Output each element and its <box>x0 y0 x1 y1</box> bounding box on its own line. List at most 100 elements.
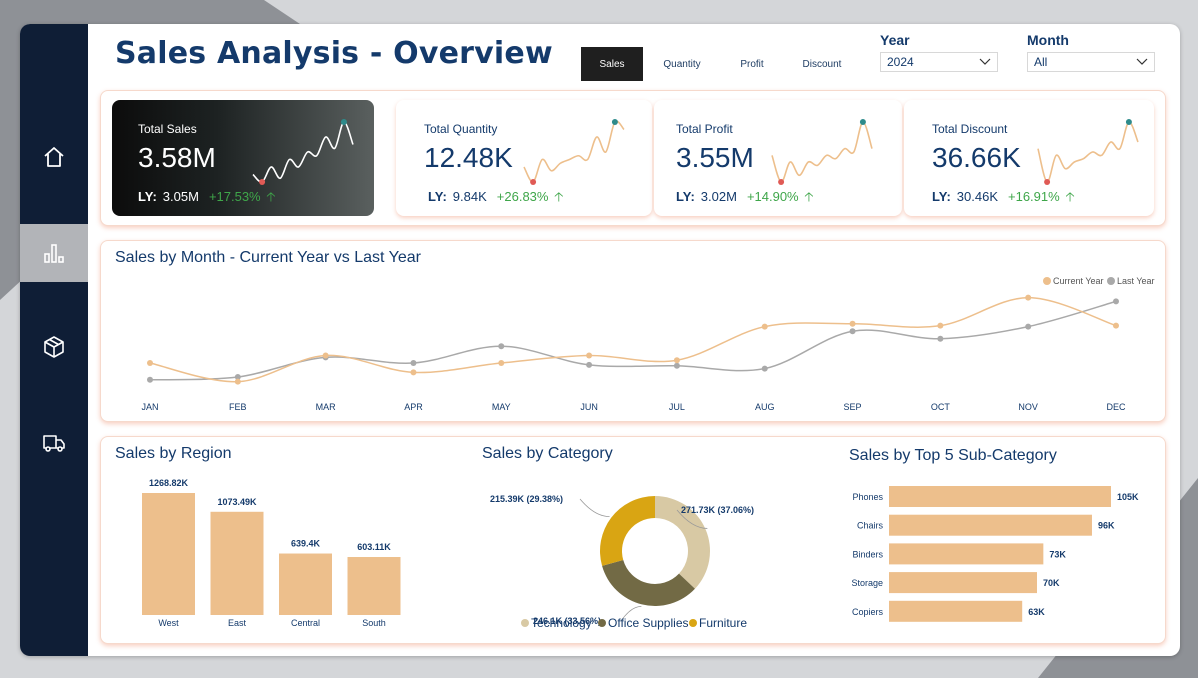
slice-data-label: 271.73K (37.06%) <box>681 505 754 515</box>
nav-shipping[interactable] <box>20 414 88 472</box>
sparkline-path <box>523 120 625 183</box>
sparkline <box>252 119 354 185</box>
legend-marker <box>1043 277 1051 285</box>
month-label: Month <box>1027 32 1069 48</box>
year-dropdown[interactable]: 2024 <box>880 52 998 72</box>
sparkline-min-marker <box>778 179 785 185</box>
sidebar <box>20 24 88 656</box>
kpi-change: +17.53% <box>208 189 261 204</box>
nav-analysis[interactable] <box>20 224 88 282</box>
bar-data-label: 1073.49K <box>217 497 257 507</box>
tab-profit[interactable]: Profit <box>717 47 787 81</box>
chevron-down-icon <box>979 58 991 65</box>
tab-sales[interactable]: Sales <box>581 47 643 81</box>
sparkline-max-marker <box>859 119 866 125</box>
up-arrow-icon: 🡡 <box>1065 189 1075 204</box>
series-line <box>149 300 1117 381</box>
legend-marker <box>598 619 606 627</box>
x-tick-label: FEB <box>229 402 247 412</box>
legend-marker <box>689 619 697 627</box>
sparkline-min-marker <box>1044 179 1051 185</box>
bar-chart-icon <box>44 244 64 263</box>
data-point <box>410 360 417 366</box>
kpi-last-year: LY: 3.05M +17.53% 🡡 <box>138 188 276 210</box>
data-point <box>937 322 944 329</box>
measure-tabs: Sales Quantity Profit Discount <box>581 47 857 81</box>
region-bar <box>210 511 264 615</box>
x-tick-label: JAN <box>141 402 158 412</box>
donut-slice <box>600 496 655 566</box>
sparkline-min-marker <box>259 179 266 185</box>
data-point <box>761 323 768 330</box>
chevron-down-icon <box>1136 58 1148 65</box>
slice-data-label: 215.39K (29.38%) <box>490 494 563 504</box>
data-point <box>1025 323 1032 330</box>
kpi-change: +26.83% <box>496 189 549 204</box>
x-tick-label: West <box>158 618 179 628</box>
tab-discount[interactable]: Discount <box>787 47 857 81</box>
kpi-total-discount[interactable]: Total Discount 36.66K LY: 30.46K +16.91% 🡡 <box>904 100 1154 216</box>
sparkline-max-marker <box>340 119 347 125</box>
kpi-value: 3.55M <box>676 142 754 173</box>
y-tick-label: Phones <box>852 492 883 502</box>
series-line <box>149 296 1117 383</box>
month-dropdown[interactable]: All <box>1027 52 1155 72</box>
monthly-sales-card: Sales by Month - Current Year vs Last Ye… <box>100 240 1166 422</box>
x-tick-label: AUG <box>755 402 775 412</box>
kpi-last-year: LY: 3.02M +14.90% 🡡 <box>676 188 814 210</box>
bar-data-label: 70K <box>1043 578 1060 588</box>
data-point <box>937 335 944 342</box>
kpi-value: 3.58M <box>138 142 216 173</box>
region-bar <box>142 493 195 615</box>
page-title: Sales Analysis - Overview <box>115 36 553 71</box>
subcategory-bar <box>889 514 1092 536</box>
kpi-label: Total Discount <box>932 122 1008 136</box>
bar-data-label: 639.4K <box>291 539 321 549</box>
bar-data-label: 1268.82K <box>149 478 189 488</box>
sparkline <box>771 119 873 185</box>
x-tick-label: OCT <box>931 402 951 412</box>
kpi-last-year: LY: 9.84K +26.83% 🡡 <box>428 188 563 210</box>
sparkline-min-marker <box>530 179 537 185</box>
tab-quantity[interactable]: Quantity <box>647 47 717 81</box>
nav-products[interactable] <box>20 318 88 376</box>
nav-home[interactable] <box>20 128 88 186</box>
box-icon <box>44 336 64 358</box>
donut-slice <box>602 559 695 606</box>
kpi-total-quantity[interactable]: Total Quantity 12.48K LY: 9.84K +26.83% 🡡 <box>396 100 652 216</box>
kpi-total-profit[interactable]: Total Profit 3.55M LY: 3.02M +14.90% 🡡 <box>654 100 902 216</box>
y-tick-label: Binders <box>852 549 883 559</box>
legend-label: Office Supplies <box>608 616 689 630</box>
data-point <box>586 352 593 359</box>
month-value: All <box>1034 55 1048 69</box>
truck-icon <box>43 435 65 452</box>
year-label: Year <box>880 32 910 48</box>
bar-data-label: 63K <box>1028 607 1045 617</box>
ly-label: LY: <box>932 189 951 204</box>
y-tick-label: Chairs <box>857 521 884 531</box>
data-point <box>761 365 768 372</box>
subcategory-bar <box>889 572 1037 594</box>
x-tick-label: MAR <box>316 402 337 412</box>
home-icon <box>44 147 64 167</box>
x-tick-label: MAY <box>492 402 511 412</box>
data-point <box>673 362 680 369</box>
kpi-total-sales[interactable]: Total Sales 3.58M LY: 3.05M +17.53% 🡡 <box>112 100 374 216</box>
data-point <box>586 361 593 368</box>
sparkline-max-marker <box>1125 119 1132 125</box>
ly-value: 30.46K <box>956 189 998 204</box>
y-tick-label: Copiers <box>852 607 884 617</box>
kpi-value: 36.66K <box>932 142 1021 173</box>
legend-marker <box>1107 277 1115 285</box>
kpi-change: +16.91% <box>1008 189 1060 204</box>
x-tick-label: JUN <box>580 402 598 412</box>
legend-marker <box>521 619 529 627</box>
data-point <box>1025 294 1032 301</box>
sparkline-path <box>771 121 873 183</box>
subcategory-bar <box>889 600 1023 622</box>
dashboard-frame: Sales Analysis - Overview Sales Quantity… <box>20 24 1180 656</box>
data-point <box>1113 322 1119 329</box>
x-tick-label: APR <box>404 402 423 412</box>
x-tick-label: DEC <box>1106 402 1126 412</box>
kpi-value: 12.48K <box>424 142 513 173</box>
